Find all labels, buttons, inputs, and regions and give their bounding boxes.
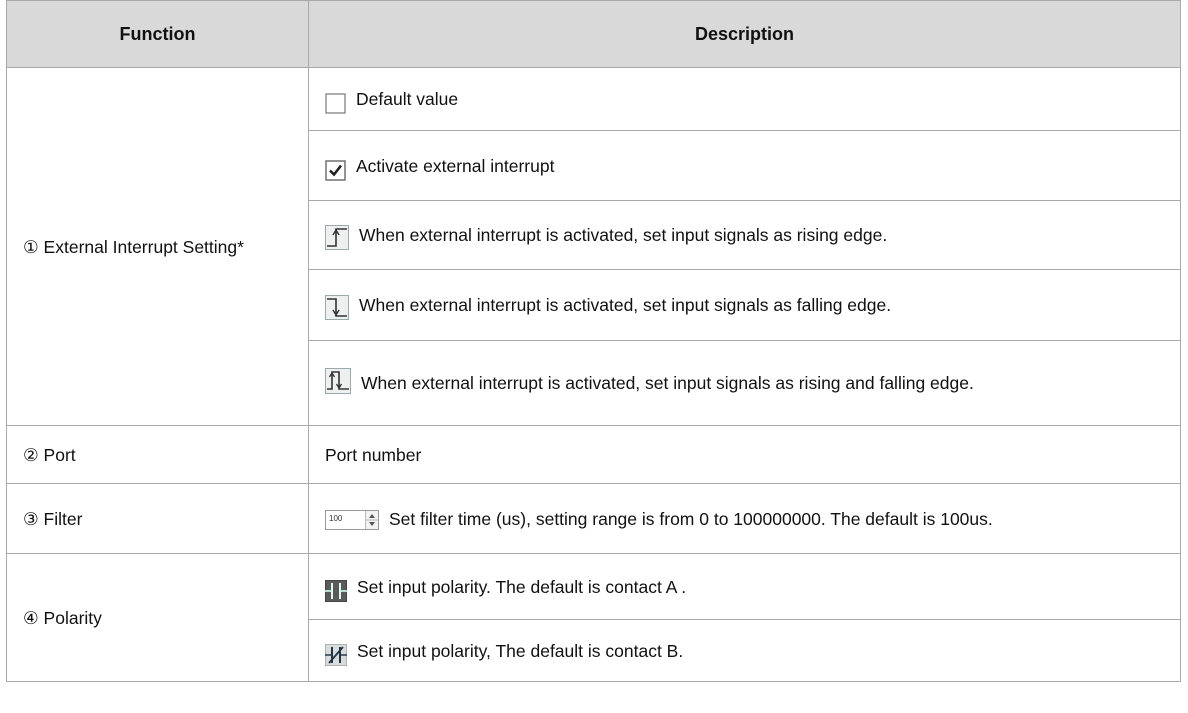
desc-polarity-b: Set input polarity, The default is conta… [308,619,1181,682]
desc-falling-edge: When external interrupt is activated, se… [308,269,1181,341]
rising-edge-text: When external interrupt is activated, se… [359,225,888,245]
falling-edge-icon [325,295,349,320]
table-row: ② Port Port number [6,425,1181,484]
rising-falling-edge-icon [325,368,351,394]
desc-default-value: Default value [308,67,1181,131]
function-port: ② Port [6,425,309,484]
unchecked-box-icon [325,93,346,114]
filter-text: Set filter time (us), setting range is f… [389,508,993,529]
function-interrupt-setting: ① External Interrupt Setting* [6,67,309,426]
activate-text: Activate external interrupt [356,155,555,176]
desc-rising-falling-edge: When external interrupt is activated, se… [308,340,1181,426]
contact-a-icon [325,579,347,602]
spinbox-value: 100 [329,513,343,523]
polarity-a-text: Set input polarity. The default is conta… [357,576,687,597]
table-header-row: Function Description [6,0,1181,68]
table-row: ③ Filter 100 Set filter time (us), setti… [6,483,1181,554]
contact-b-icon [325,643,347,666]
table-row: ① External Interrupt Setting* Default va… [6,67,1181,426]
header-description: Description [308,0,1181,68]
function-table: Function Description ① External Interrup… [6,0,1181,682]
function-filter: ③ Filter [6,483,309,554]
desc-polarity-a: Set input polarity. The default is conta… [308,553,1181,620]
desc-filter: 100 Set filter time (us), setting range … [308,483,1181,554]
checked-box-icon [325,159,346,181]
desc-port: Port number [308,425,1181,484]
default-value-text: Default value [356,89,459,109]
function-polarity: ④ Polarity [6,553,309,682]
spinbox-arrows-icon [365,510,378,529]
desc-rising-edge: When external interrupt is activated, se… [308,200,1181,270]
rising-falling-edge-text: When external interrupt is activated, se… [361,373,974,393]
rising-edge-icon [325,225,349,250]
filter-spinbox: 100 [325,509,379,530]
falling-edge-text: When external interrupt is activated, se… [359,295,892,315]
header-function: Function [6,0,309,68]
polarity-b-text: Set input polarity, The default is conta… [357,640,684,661]
desc-activate: Activate external interrupt [308,130,1181,201]
table-row: ④ Polarity Set input polarity. The defau… [6,553,1181,682]
